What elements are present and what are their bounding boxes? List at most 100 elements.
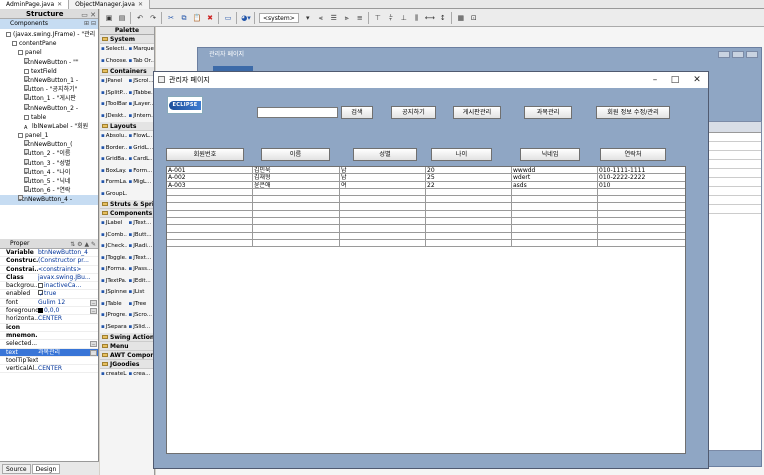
table-cell[interactable]: 25: [426, 174, 512, 181]
tab-design[interactable]: Design: [31, 463, 61, 474]
palette-item[interactable]: ▪JTree: [127, 299, 154, 311]
palette-item[interactable]: ▪JPass...: [127, 264, 154, 276]
tree-node[interactable]: btnNewButton_1 -: [0, 75, 98, 85]
preview-icon[interactable]: ▣: [104, 13, 114, 23]
property-value[interactable]: btnNewButton_4: [38, 249, 98, 256]
property-row[interactable]: Variable btnNewButton_4: [0, 249, 98, 258]
table-row[interactable]: A-001 김민욱 남 20 wwwdd 010-1111-1111: [167, 167, 685, 175]
distribute-icon[interactable]: ⫼: [412, 13, 422, 23]
palette-item[interactable]: ▪JLabel: [100, 218, 127, 230]
palette-category[interactable]: Swing Actions: [100, 333, 154, 342]
table-cell[interactable]: [512, 204, 598, 211]
property-value[interactable]: (Constructor pr...: [38, 257, 98, 264]
palette-item[interactable]: ▪Tab Or...: [127, 56, 154, 68]
table-cell[interactable]: [426, 218, 512, 225]
property-value[interactable]: [38, 340, 90, 347]
table-cell[interactable]: [598, 225, 685, 232]
tree-node[interactable]: panel_1: [0, 131, 98, 140]
ellipsis-button[interactable]: …: [90, 299, 97, 306]
palette-item[interactable]: ▪JToolBar: [100, 99, 127, 111]
table-cell[interactable]: [598, 233, 685, 240]
property-row[interactable]: selected...…: [0, 340, 98, 349]
table-cell[interactable]: [340, 196, 426, 203]
property-value[interactable]: CENTER: [38, 365, 98, 372]
table-cell[interactable]: A-002: [167, 174, 253, 181]
palette-item[interactable]: ▪JSplitP...: [100, 88, 127, 100]
table-cell[interactable]: [167, 189, 253, 196]
tree-node[interactable]: AlblNewLabel - "회원: [0, 122, 98, 131]
property-row[interactable]: Construc...(Constructor pr...: [0, 257, 98, 266]
table-cell[interactable]: [598, 240, 685, 247]
property-value[interactable]: <constraints>: [38, 266, 98, 273]
undo-icon[interactable]: ↶: [135, 13, 145, 23]
col-button-name[interactable]: 이름: [261, 148, 330, 161]
table-cell[interactable]: [598, 218, 685, 225]
table-cell[interactable]: [598, 189, 685, 196]
table-cell[interactable]: [512, 196, 598, 203]
same-width-icon[interactable]: ⟷: [425, 13, 435, 23]
table-cell[interactable]: [340, 211, 426, 218]
tree-node[interactable]: btnNewButton_2 -: [0, 103, 98, 113]
table-cell[interactable]: [598, 204, 685, 211]
palette-item[interactable]: ▪JDeskt...: [100, 111, 127, 123]
table-cell[interactable]: [253, 218, 340, 225]
tree-node[interactable]: button_2 - "이름: [0, 149, 98, 158]
table-cell[interactable]: A-001: [167, 167, 253, 174]
table-cell[interactable]: 남: [340, 167, 426, 174]
table-cell[interactable]: [340, 240, 426, 247]
tree-node[interactable]: btnNewButton - "": [0, 57, 98, 67]
checkbox-icon[interactable]: ✓: [38, 290, 44, 298]
property-value[interactable]: 0,0,0: [38, 307, 90, 314]
checkbox-icon[interactable]: [38, 283, 43, 289]
palette-item[interactable]: ▪BoxLay...: [100, 166, 127, 178]
properties-toolbar-icon[interactable]: ⇅ ⚙ ▲ ✎: [70, 240, 96, 250]
property-value[interactable]: [38, 357, 98, 364]
palette-item[interactable]: ▪JScro...: [127, 310, 154, 322]
tree-node[interactable]: textField: [0, 67, 98, 76]
table-cell[interactable]: [426, 196, 512, 203]
table-cell[interactable]: [598, 196, 685, 203]
table-row[interactable]: A-003 윤은애 여 22 asds 010: [167, 182, 685, 189]
table-cell[interactable]: [340, 204, 426, 211]
property-row[interactable]: horizonta... CENTER: [0, 315, 98, 324]
align-right-icon[interactable]: ⫸: [342, 13, 352, 23]
table-cell[interactable]: [426, 233, 512, 240]
table-row[interactable]: [167, 189, 685, 197]
table-cell[interactable]: [598, 211, 685, 218]
table-cell[interactable]: [253, 189, 340, 196]
ellipsis-button[interactable]: …: [90, 349, 97, 356]
palette-item[interactable]: ▪JForma...: [100, 264, 127, 276]
palette-item[interactable]: ▪Marquee: [127, 44, 154, 56]
show-components-icon[interactable]: ▤: [117, 13, 127, 23]
table-row[interactable]: [167, 225, 685, 233]
search-input[interactable]: [257, 107, 338, 118]
notice-button[interactable]: 공지하기: [391, 106, 436, 119]
property-row[interactable]: font Gulim 12…: [0, 299, 98, 308]
table-cell[interactable]: asds: [512, 182, 598, 189]
col-button-age[interactable]: 나이: [431, 148, 492, 161]
components-toolbar-icon[interactable]: ⊞ ⊟: [84, 19, 96, 29]
palette-item[interactable]: ▪JRadi...: [127, 241, 154, 253]
table-cell[interactable]: [340, 225, 426, 232]
align-top-icon[interactable]: ⊤: [373, 13, 383, 23]
align-bottom-icon[interactable]: ⊥: [399, 13, 409, 23]
maximize-button[interactable]: □: [668, 74, 682, 86]
editor-tab[interactable]: ObjectManager.java ✕: [69, 0, 150, 9]
table-cell[interactable]: 여: [340, 182, 426, 189]
palette-item[interactable]: ▪JText...: [127, 218, 154, 230]
property-row[interactable]: backgrou... inactiveCa...: [0, 282, 98, 291]
property-row[interactable]: foreground 0,0,0…: [0, 307, 98, 316]
property-row[interactable]: icon: [0, 324, 98, 332]
paste-icon[interactable]: 📋: [192, 13, 202, 23]
palette-item[interactable]: ▪JPanel: [100, 76, 127, 88]
col-button-member-id[interactable]: 회원번호: [166, 148, 244, 161]
table-cell[interactable]: [253, 196, 340, 203]
close-button[interactable]: ✕: [690, 74, 704, 86]
palette-item[interactable]: ▪JScrol...: [127, 76, 154, 88]
tree-node[interactable]: button - "공지하기": [0, 85, 98, 94]
align-center-icon[interactable]: ☰: [329, 13, 339, 23]
palette-item[interactable]: ▪CardL...: [127, 154, 154, 166]
table-cell[interactable]: [512, 218, 598, 225]
palette-item[interactable]: ▪JToggle...: [100, 253, 127, 265]
ellipsis-button[interactable]: …: [90, 308, 97, 315]
